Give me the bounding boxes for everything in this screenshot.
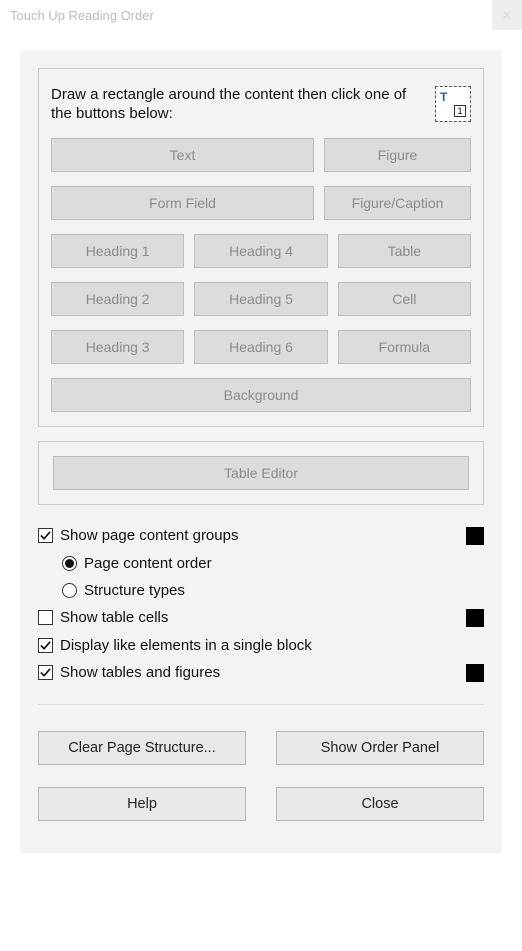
figure-button[interactable]: Figure: [324, 138, 471, 172]
heading3-button[interactable]: Heading 3: [51, 330, 184, 364]
window-title: Touch Up Reading Order: [10, 8, 154, 23]
show-groups-label: Show page content groups: [60, 527, 238, 544]
figure-caption-button[interactable]: Figure/Caption: [324, 186, 471, 220]
instruction-text: Draw a rectangle around the content then…: [51, 86, 431, 124]
table-editor-button[interactable]: Table Editor: [53, 456, 469, 490]
show-groups-checkbox[interactable]: [38, 528, 53, 543]
page-content-order-label: Page content order: [84, 555, 212, 572]
help-button[interactable]: Help: [38, 787, 246, 821]
display-like-checkbox[interactable]: [38, 638, 53, 653]
window-close-button[interactable]: ✕: [492, 0, 522, 30]
tables-figures-color-swatch[interactable]: [466, 664, 484, 682]
show-order-panel-button[interactable]: Show Order Panel: [276, 731, 484, 765]
show-tables-figures-checkbox[interactable]: [38, 665, 53, 680]
reading-order-icon: T 1: [435, 86, 471, 122]
heading2-button[interactable]: Heading 2: [51, 282, 184, 316]
background-button[interactable]: Background: [51, 378, 471, 412]
table-cells-color-swatch[interactable]: [466, 609, 484, 627]
titlebar: Touch Up Reading Order ✕: [0, 0, 522, 30]
structure-types-radio[interactable]: [62, 583, 77, 598]
display-like-label: Display like elements in a single block: [60, 637, 312, 654]
heading6-button[interactable]: Heading 6: [194, 330, 327, 364]
main-panel: Draw a rectangle around the content then…: [20, 50, 502, 853]
close-button[interactable]: Close: [276, 787, 484, 821]
cell-button[interactable]: Cell: [338, 282, 471, 316]
show-table-cells-label: Show table cells: [60, 609, 168, 626]
form-field-button[interactable]: Form Field: [51, 186, 314, 220]
clear-page-structure-button[interactable]: Clear Page Structure...: [38, 731, 246, 765]
text-button[interactable]: Text: [51, 138, 314, 172]
structure-types-label: Structure types: [84, 582, 185, 599]
formula-button[interactable]: Formula: [338, 330, 471, 364]
groups-color-swatch[interactable]: [466, 527, 484, 545]
show-table-cells-checkbox[interactable]: [38, 610, 53, 625]
table-button[interactable]: Table: [338, 234, 471, 268]
table-editor-section: Table Editor: [38, 441, 484, 505]
footer-buttons: Clear Page Structure... Show Order Panel…: [38, 704, 484, 821]
page-content-order-radio[interactable]: [62, 556, 77, 571]
display-options: Show page content groups Page content or…: [38, 527, 484, 682]
heading5-button[interactable]: Heading 5: [194, 282, 327, 316]
heading1-button[interactable]: Heading 1: [51, 234, 184, 268]
close-icon: ✕: [501, 7, 513, 24]
show-tables-figures-label: Show tables and figures: [60, 664, 220, 681]
heading4-button[interactable]: Heading 4: [194, 234, 327, 268]
tagging-section: Draw a rectangle around the content then…: [38, 68, 484, 427]
